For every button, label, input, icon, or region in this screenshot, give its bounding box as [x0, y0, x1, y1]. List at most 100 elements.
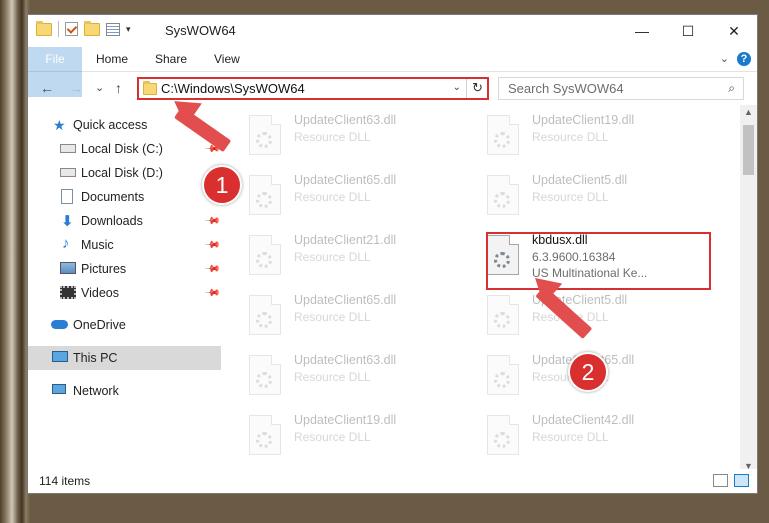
gear-icon — [256, 372, 272, 388]
window-title: SysWOW64 — [165, 23, 236, 38]
status-bar: 114 items — [28, 469, 757, 493]
music-icon: ♪ — [62, 235, 70, 252]
gear-icon — [494, 432, 510, 448]
pin-icon[interactable]: 📌 — [204, 261, 221, 278]
sidebar-item-network[interactable]: Network — [28, 379, 221, 403]
computer-icon — [52, 351, 68, 362]
view-toggle — [713, 474, 749, 487]
address-dropdown-chevron-icon[interactable]: ⌄ — [453, 82, 461, 93]
dll-file-icon — [249, 175, 281, 215]
file-item[interactable]: UpdateClient5.dll Resource DLL — [487, 291, 717, 341]
quick-access-toolbar: ▾ — [36, 20, 131, 37]
sidebar-item-local-disk-d[interactable]: Local Disk (D:) — [28, 161, 221, 185]
navigation-bar: ← → ⌄ ↑ C:\Windows\SysWOW64 ⌄ ↻ Search S… — [28, 75, 757, 103]
address-folder-icon — [143, 81, 157, 95]
pin-icon[interactable]: 📌 — [204, 237, 221, 254]
pin-icon[interactable]: 📌 — [204, 213, 221, 230]
tab-home[interactable]: Home — [96, 47, 128, 71]
sidebar-item-music[interactable]: ♪ Music 📌 — [28, 233, 221, 257]
gear-icon — [256, 252, 272, 268]
sidebar-item-this-pc[interactable]: This PC — [28, 346, 221, 370]
gear-icon — [494, 192, 510, 208]
dll-file-icon — [487, 175, 519, 215]
gear-icon — [256, 132, 272, 148]
toolbar-divider — [58, 21, 59, 37]
sidebar-item-onedrive[interactable]: OneDrive — [28, 313, 221, 337]
dll-file-icon — [249, 355, 281, 395]
address-divider — [466, 79, 467, 98]
customize-toolbar-chevron-icon[interactable]: ▾ — [126, 24, 131, 35]
scrollbar-thumb[interactable] — [743, 125, 754, 175]
file-item[interactable]: UpdateClient5.dll Resource DLL — [487, 171, 717, 221]
help-icon[interactable]: ? — [737, 52, 751, 66]
gear-icon — [494, 312, 510, 328]
videos-icon — [60, 286, 76, 299]
star-icon: ★ — [53, 117, 66, 133]
window-controls: — ☐ ✕ — [619, 15, 757, 47]
dll-file-icon — [487, 115, 519, 155]
download-icon: ⬇ — [61, 213, 74, 230]
forward-arrow-icon[interactable]: → — [69, 80, 83, 96]
pin-icon[interactable]: 📌 — [204, 285, 221, 302]
file-explorer-window: ▾ SysWOW64 — ☐ ✕ File Home Share View ⌄ … — [27, 14, 758, 494]
folder-icon — [36, 20, 52, 36]
new-folder-icon[interactable] — [84, 20, 100, 36]
file-item[interactable]: UpdateClient63.dll Resource DLL — [249, 111, 479, 161]
sidebar-item-videos[interactable]: Videos 📌 — [28, 281, 221, 305]
dll-file-icon — [249, 115, 281, 155]
gear-icon — [494, 132, 510, 148]
file-item[interactable]: UpdateClient19.dll Resource DLL — [249, 411, 479, 461]
navigation-pane: ★ Quick access Local Disk (C:) 📌 Local D… — [28, 113, 221, 459]
sidebar-item-documents[interactable]: Documents 📌 — [28, 185, 221, 209]
file-item[interactable]: UpdateClient42.dll Resource DLL — [487, 411, 717, 461]
dll-file-icon — [487, 295, 519, 335]
vertical-scrollbar[interactable]: ▲ ▼ — [740, 105, 757, 473]
search-box[interactable]: Search SysWOW64 ⌕ — [498, 77, 744, 100]
title-bar: ▾ SysWOW64 — ☐ ✕ — [28, 15, 757, 47]
tiles-view-icon[interactable] — [734, 474, 749, 487]
sidebar-item-pictures[interactable]: Pictures 📌 — [28, 257, 221, 281]
gear-icon — [256, 312, 272, 328]
file-item[interactable]: UpdateClient65.dll Resource DLL — [249, 171, 479, 221]
file-item[interactable]: UpdateClient63.dll Resource DLL — [249, 351, 479, 401]
file-item[interactable]: UpdateClient65.dll Resource DLL — [249, 291, 479, 341]
dll-file-icon — [487, 355, 519, 395]
dll-file-icon — [249, 235, 281, 275]
step-badge-1: 1 — [202, 165, 242, 205]
properties-check-icon[interactable] — [65, 22, 78, 36]
gear-icon — [256, 192, 272, 208]
properties-icon[interactable] — [106, 22, 120, 36]
gear-icon — [494, 372, 510, 388]
minimize-button[interactable]: — — [619, 15, 665, 47]
up-arrow-icon[interactable]: ↑ — [115, 80, 122, 96]
drive-icon — [60, 168, 76, 177]
maximize-button[interactable]: ☐ — [665, 15, 711, 47]
search-icon[interactable]: ⌕ — [728, 81, 735, 96]
step-badge-2: 2 — [568, 352, 608, 392]
file-item[interactable]: UpdateClient21.dll Resource DLL — [249, 231, 479, 281]
sidebar-item-local-disk-c[interactable]: Local Disk (C:) 📌 — [28, 137, 221, 161]
tab-view[interactable]: View — [214, 47, 240, 71]
cloud-icon — [51, 320, 68, 329]
expand-ribbon-chevron-icon[interactable]: ⌄ — [720, 52, 729, 65]
recent-locations-chevron-icon[interactable]: ⌄ — [95, 81, 104, 94]
search-placeholder[interactable]: Search SysWOW64 — [508, 81, 624, 96]
back-arrow-icon[interactable]: ← — [40, 80, 54, 96]
dll-file-icon — [249, 295, 281, 335]
item-count: 114 items — [39, 474, 91, 488]
sidebar-item-downloads[interactable]: ⬇ Downloads 📌 — [28, 209, 221, 233]
ribbon-tabs: File Home Share View ⌄ ? — [28, 47, 757, 97]
drive-icon — [60, 144, 76, 153]
scroll-up-icon[interactable]: ▲ — [744, 107, 753, 117]
tab-share[interactable]: Share — [155, 47, 187, 71]
dll-file-icon — [487, 415, 519, 455]
close-button[interactable]: ✕ — [711, 15, 757, 47]
dll-file-icon — [249, 415, 281, 455]
refresh-icon[interactable]: ↻ — [472, 80, 483, 96]
network-icon — [52, 384, 66, 394]
gear-icon — [256, 432, 272, 448]
pictures-icon — [60, 262, 76, 274]
details-view-icon[interactable] — [713, 474, 728, 487]
file-item[interactable]: UpdateClient19.dll Resource DLL — [487, 111, 717, 161]
documents-icon — [61, 189, 73, 204]
